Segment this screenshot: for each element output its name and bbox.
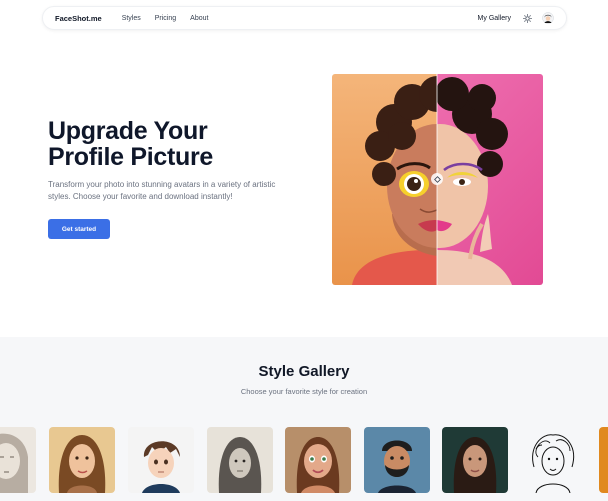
sun-icon[interactable] (521, 12, 533, 24)
top-nav: FaceShot.me Styles Pricing About My Gall… (42, 6, 567, 30)
style-tile-partial[interactable] (599, 427, 608, 493)
nav-link-about[interactable]: About (190, 15, 208, 22)
style-tile-pencil-sketch[interactable] (0, 427, 36, 493)
hero-subtitle: Transform your photo into stunning avata… (48, 180, 276, 201)
before-after-comparison[interactable] (332, 74, 543, 285)
nav-link-styles[interactable]: Styles (122, 15, 141, 22)
get-started-button[interactable]: Get started (48, 219, 110, 239)
style-tile-charcoal[interactable] (207, 427, 273, 493)
hero-title-line2: Profile Picture (48, 143, 213, 171)
style-gallery-section: Style Gallery Choose your favorite style… (0, 337, 608, 501)
style-tile-realistic-photo[interactable] (442, 427, 508, 493)
gallery-title: Style Gallery (258, 363, 350, 380)
hero-title: Upgrade Your Profile Picture (48, 118, 308, 170)
style-tile-3d-cartoon-man[interactable] (364, 427, 430, 493)
compare-slider-handle[interactable] (431, 173, 443, 185)
brand-logo[interactable]: FaceShot.me (55, 14, 102, 23)
user-avatar-icon[interactable] (542, 12, 554, 24)
style-tile-3d-cartoon[interactable] (285, 427, 351, 493)
nav-link-pricing[interactable]: Pricing (155, 15, 176, 22)
hero-title-line1: Upgrade Your (48, 117, 208, 145)
diamond-icon (433, 175, 441, 183)
gallery-subtitle: Choose your favorite style for creation (240, 387, 368, 396)
my-gallery-link[interactable]: My Gallery (478, 15, 511, 22)
style-tile-line-art[interactable] (520, 427, 586, 493)
style-tile-warm-painting[interactable] (49, 427, 115, 493)
style-tile-anime[interactable] (128, 427, 194, 493)
